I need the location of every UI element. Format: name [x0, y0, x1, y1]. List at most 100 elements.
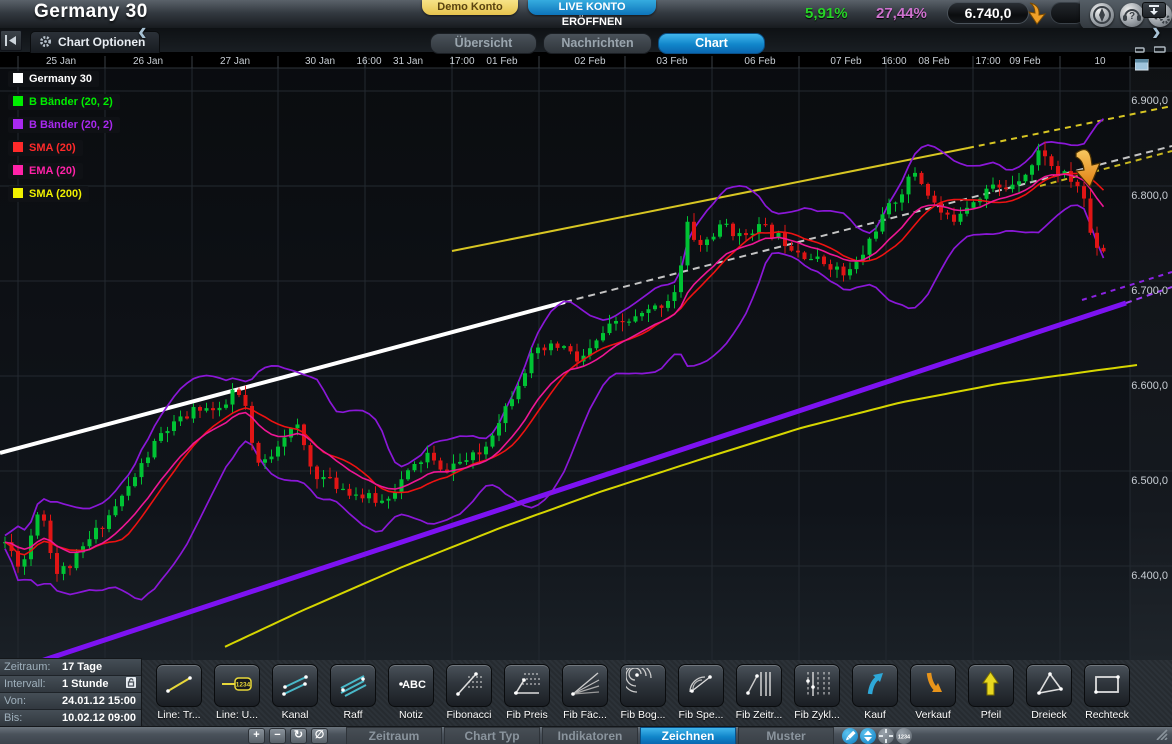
x-axis-label-2: 27 Jan: [220, 56, 250, 67]
legend-item-3[interactable]: SMA (20): [8, 140, 83, 156]
interval-lock-icon[interactable]: [125, 676, 137, 692]
x-axis-label-4: 16:00: [356, 56, 381, 67]
fib-timezones-icon: [736, 664, 782, 707]
svg-text:?: ?: [1129, 11, 1135, 22]
toolbar-scroll-left[interactable]: ‹: [138, 18, 147, 44]
toolbar-scroll-right[interactable]: ›: [1152, 18, 1161, 44]
legend-swatch-icon: [13, 142, 23, 152]
tab-chart[interactable]: Chart: [658, 33, 765, 54]
tool-buy-arrow[interactable]: Kauf: [846, 664, 904, 721]
fib-fan-icon: [562, 664, 608, 707]
tool-label: Fib Preis: [506, 709, 548, 721]
platform-compass-icon[interactable]: [1090, 3, 1114, 27]
channel-icon: [272, 664, 318, 707]
legend-label: B Bänder (20, 2): [29, 96, 113, 108]
tool-sell-arrow[interactable]: Verkauf: [904, 664, 962, 721]
tool-fib-fan[interactable]: Fib Fäc...: [556, 664, 614, 721]
triangle-icon: [1026, 664, 1072, 707]
tool-label: Dreieck: [1031, 709, 1067, 721]
tab-news[interactable]: Nachrichten: [543, 33, 652, 54]
sell-arrow-icon: [910, 664, 956, 707]
svg-text:1234: 1234: [236, 682, 251, 689]
collapse-sidebar-icon[interactable]: [0, 30, 22, 51]
resize-grip[interactable]: [1155, 727, 1169, 744]
svg-text:ABC: ABC: [402, 679, 426, 691]
clear-drawings-button[interactable]: ∅: [311, 728, 328, 744]
btab-indikatoren[interactable]: Indikatoren: [542, 727, 638, 744]
percent-high-value: 27,44%: [876, 5, 927, 22]
tool-label: Fib Bog...: [620, 709, 666, 721]
window-controls: [1130, 40, 1172, 76]
tool-raff[interactable]: Raff: [324, 664, 382, 721]
x-axis-label-9: 03 Feb: [656, 56, 688, 67]
tool-rectangle[interactable]: Rechteck: [1078, 664, 1136, 721]
collapse-toolbar-icon[interactable]: [1142, 2, 1166, 18]
trading-app-window: { "header": { "title": "Germany 30", "de…: [0, 0, 1172, 744]
tool-triangle[interactable]: Dreieck: [1020, 664, 1078, 721]
chart-options-label: Chart Optionen: [58, 35, 146, 49]
zoom-in-button[interactable]: +: [248, 728, 265, 744]
x-axis-label-6: 17:00: [449, 56, 474, 67]
zoom-out-button[interactable]: −: [269, 728, 286, 744]
tool-fib-cycles[interactable]: Fib Zykl...: [788, 664, 846, 721]
tool-arrow-up[interactable]: Pfeil: [962, 664, 1020, 721]
chart-zoom-buttons: + − ↻ ∅: [248, 728, 332, 744]
instrument-title: Germany 30: [34, 1, 148, 22]
minimize-icon[interactable]: [1134, 40, 1145, 58]
open-live-account-button[interactable]: LIVE KONTO ERÖFFNEN: [528, 0, 656, 28]
tool-channel[interactable]: Kanal: [266, 664, 324, 721]
info-row-value: 10.02.12 09:00: [62, 712, 137, 724]
x-axis-label-15: 09 Feb: [1009, 56, 1041, 67]
percent-low-value: 5,91%: [805, 5, 848, 22]
btab-zeichnen[interactable]: Zeichnen: [640, 727, 736, 744]
x-axis-label-0: 25 Jan: [46, 56, 76, 67]
legend-swatch-icon: [13, 165, 23, 175]
current-price-button[interactable]: 6.740,0: [947, 2, 1029, 24]
chart-bottom-bar: + − ↻ ∅ Zeitraum Chart Typ Indikatoren Zeichne…: [0, 726, 1172, 744]
tool-fib-spiral[interactable]: Fib Spe...: [672, 664, 730, 721]
sort-arrows-icon[interactable]: [860, 728, 876, 744]
legend-item-4[interactable]: EMA (20): [8, 163, 83, 179]
tool-label: Fibonacci: [446, 709, 492, 721]
tab-overview[interactable]: Übersicht: [430, 33, 537, 54]
chart-legend: Germany 30 B Bänder (20, 2) B Bänder (20, …: [8, 71, 120, 209]
tool-label: Pfeil: [980, 709, 1002, 721]
info-row-0: Zeitraum: 17 Tage: [0, 659, 141, 676]
x-axis-label-8: 02 Feb: [574, 56, 606, 67]
tool-fib-timezones[interactable]: Fib Zeitr...: [730, 664, 788, 721]
drawing-tools: Line: Tr... 1234 Line: U... Kanal Raff ABC Not…: [150, 663, 1136, 721]
tool-fib-arcs[interactable]: Fib Bog...: [614, 663, 672, 721]
tool-trend-line[interactable]: Line: Tr...: [150, 664, 208, 721]
tool-fibonacci[interactable]: Fibonacci: [440, 664, 498, 721]
numbers-icon[interactable]: 1234: [896, 728, 912, 744]
legend-item-0[interactable]: Germany 30: [8, 71, 99, 87]
legend-item-1[interactable]: B Bänder (20, 2): [8, 94, 120, 110]
help-support-icon[interactable]: ?: [1120, 3, 1144, 27]
legend-item-5[interactable]: SMA (200): [8, 186, 89, 202]
chart-mode-tabs: Zeitraum Chart Typ Indikatoren Zeichnen Must…: [346, 727, 836, 744]
info-row-value: 1 Stunde: [62, 678, 109, 690]
x-axis-label-3: 30 Jan: [305, 56, 335, 67]
legend-item-2[interactable]: B Bänder (20, 2): [8, 117, 120, 133]
legend-swatch-icon: [13, 73, 23, 83]
btab-chart-typ[interactable]: Chart Typ: [444, 727, 540, 744]
chart-tool-icons: 1234: [842, 728, 914, 744]
buy-arrow-icon: [852, 664, 898, 707]
tool-note[interactable]: ABC Notiz: [382, 664, 440, 721]
info-row-label: Von:: [4, 695, 27, 707]
x-axis-label-10: 06 Feb: [744, 56, 776, 67]
demo-account-button[interactable]: Demo Konto: [422, 0, 518, 15]
x-axis-label-13: 08 Feb: [918, 56, 950, 67]
chart-canvas[interactable]: 25 Jan 26 Jan 27 Jan 30 Jan 16:00 31 Jan 17:00…: [0, 52, 1172, 665]
pencil-icon[interactable]: [842, 728, 858, 744]
tool-label: Raff: [343, 709, 363, 721]
crosshair-icon[interactable]: [878, 728, 894, 744]
x-axis-label-7: 01 Feb: [486, 56, 518, 67]
tool-level-line[interactable]: 1234 Line: U...: [208, 664, 266, 721]
btab-muster[interactable]: Muster: [738, 727, 834, 744]
tool-fib-price[interactable]: Fib Preis: [498, 664, 556, 721]
btab-zeitraum[interactable]: Zeitraum: [346, 727, 442, 744]
app-header: Germany 30 Demo Konto LIVE KONTO ERÖFFNE…: [0, 0, 1172, 30]
refresh-button[interactable]: ↻: [290, 728, 307, 744]
maximize-window-icon[interactable]: [1134, 58, 1149, 76]
